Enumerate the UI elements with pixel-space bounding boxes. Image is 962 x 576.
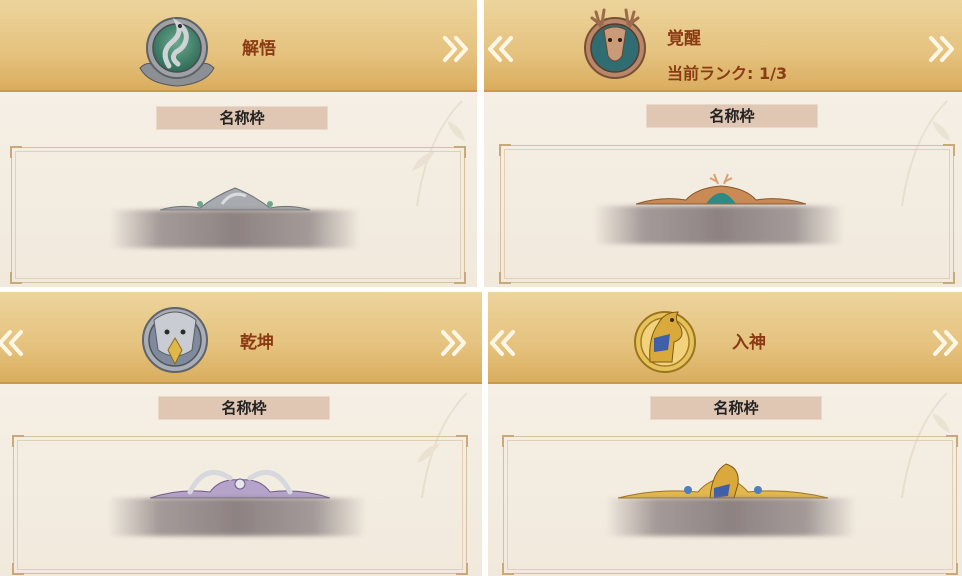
double-chevron-right-icon bbox=[933, 330, 958, 356]
horse-emblem-icon bbox=[634, 311, 696, 373]
name-frame-section-label: 名称枠 bbox=[650, 396, 822, 420]
name-frame-section-label: 名称枠 bbox=[646, 104, 818, 128]
name-frame-section-label: 名称枠 bbox=[156, 106, 328, 130]
panel-stage-4: 入神 名称枠 bbox=[488, 292, 962, 576]
purple-eagle-nameplate-icon bbox=[150, 469, 330, 499]
panel-stage-3: 乾坤 名称枠 bbox=[0, 292, 482, 576]
prev-arrow-button[interactable] bbox=[0, 328, 24, 358]
stage-name: 解悟 bbox=[242, 39, 276, 59]
prev-arrow-button[interactable] bbox=[486, 34, 514, 64]
eagle-emblem-icon bbox=[142, 307, 208, 373]
panel-stage-1: 解悟 名称枠 bbox=[0, 0, 477, 287]
prev-arrow-button[interactable] bbox=[488, 328, 516, 358]
double-chevron-right-icon bbox=[443, 36, 468, 62]
next-arrow-button[interactable] bbox=[440, 328, 468, 358]
double-chevron-right-icon bbox=[441, 330, 466, 356]
double-chevron-left-icon bbox=[490, 330, 515, 356]
panel-stage-2: 覚醒 当前ランク: 1/3 名称枠 bbox=[484, 0, 962, 287]
player-name-blurred bbox=[606, 498, 856, 536]
stage-name: 乾坤 bbox=[240, 333, 274, 353]
stage-name: 覚醒 bbox=[667, 29, 701, 49]
next-arrow-button[interactable] bbox=[442, 34, 470, 64]
stage-header bbox=[488, 292, 962, 387]
snake-emblem-icon bbox=[139, 17, 215, 87]
player-name-blurred bbox=[110, 210, 360, 248]
double-chevron-left-icon bbox=[0, 330, 23, 356]
bronze-deer-nameplate-icon bbox=[636, 173, 806, 205]
player-name-blurred bbox=[108, 498, 366, 536]
stage-header bbox=[0, 0, 477, 95]
player-name-blurred bbox=[594, 206, 844, 244]
gold-horse-nameplate-icon bbox=[618, 463, 828, 499]
name-frame-section-label: 名称枠 bbox=[158, 396, 330, 420]
next-arrow-button[interactable] bbox=[932, 328, 960, 358]
deer-emblem-icon bbox=[584, 8, 646, 79]
next-arrow-button[interactable] bbox=[928, 34, 956, 64]
stage-name: 入神 bbox=[732, 333, 766, 353]
double-chevron-right-icon bbox=[929, 36, 954, 62]
double-chevron-left-icon bbox=[488, 36, 513, 62]
current-rank-text: 当前ランク: 1/3 bbox=[667, 64, 788, 83]
